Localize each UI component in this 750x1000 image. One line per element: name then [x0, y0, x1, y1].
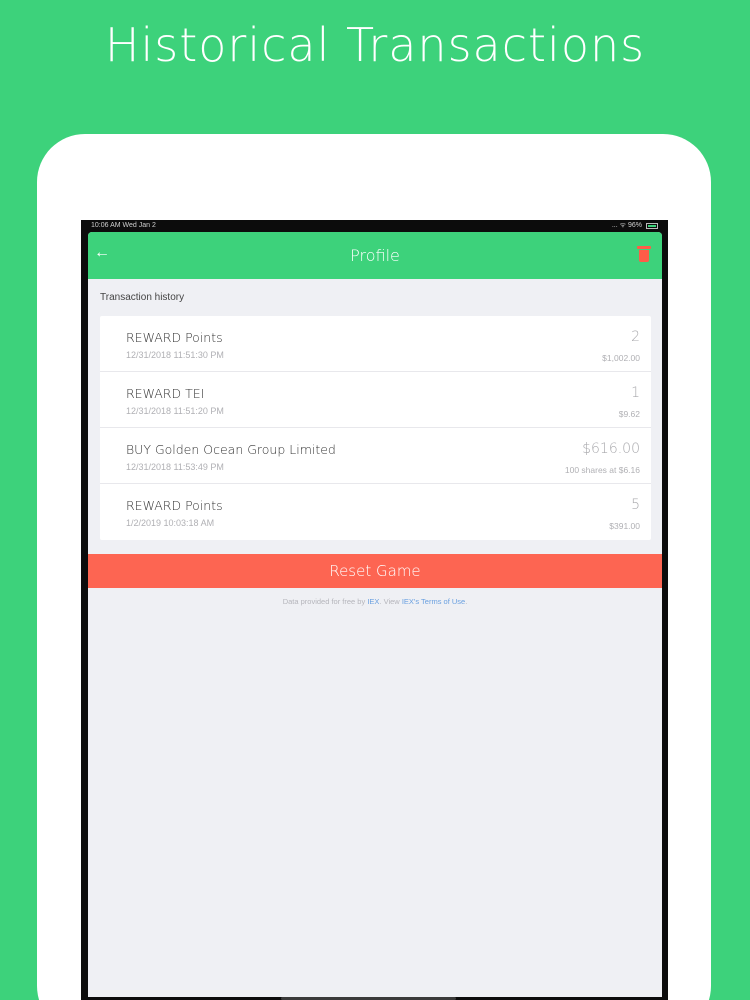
transaction-value: 1 [631, 385, 640, 401]
attribution-middle: . View [379, 597, 400, 606]
transaction-value: $616.00 [582, 441, 640, 457]
attribution-prefix: Data provided for free by [282, 597, 366, 606]
transaction-subvalue: 100 shares at $6.16 [564, 465, 640, 475]
section-title: Transaction history [100, 292, 185, 303]
transaction-list: REWARD Points 12/31/2018 11:51:30 PM 2 $… [100, 316, 651, 540]
status-right: ... ᯤ 96% [612, 221, 658, 231]
transaction-title: REWARD Points [126, 330, 223, 345]
transaction-row[interactable]: BUY Golden Ocean Group Limited 12/31/201… [100, 428, 651, 484]
transaction-subvalue: $1,002.00 [602, 353, 640, 363]
headline: Historical Transactions [104, 18, 646, 72]
attribution-suffix: . [465, 597, 468, 606]
iex-link[interactable]: IEX [367, 597, 379, 606]
transaction-value: 5 [631, 497, 640, 513]
trash-lid [637, 246, 651, 249]
battery-icon [646, 223, 658, 229]
reset-game-button[interactable]: Reset Game [88, 554, 662, 588]
terms-link[interactable]: IEX's Terms of Use [402, 597, 465, 606]
transaction-title: BUY Golden Ocean Group Limited [126, 442, 336, 457]
transaction-subvalue: $9.62 [618, 409, 640, 419]
status-time-date: 10:06 AM Wed Jan 2 [91, 222, 156, 229]
data-attribution: Data provided for free by IEX. View IEX'… [88, 597, 662, 606]
transaction-subvalue: $391.00 [609, 521, 640, 531]
transaction-date: 1/2/2019 10:03:18 AM [126, 518, 215, 528]
page-title: Profile [350, 246, 400, 265]
transaction-row[interactable]: REWARD Points 1/2/2019 10:03:18 AM 5 $39… [100, 484, 651, 540]
transaction-title: REWARD Points [126, 498, 223, 513]
status-indicators: ... ᯤ 96% [611, 222, 642, 229]
transaction-date: 12/31/2018 11:51:20 PM [126, 406, 224, 416]
transaction-value: 2 [631, 329, 640, 345]
app-window: ← Profile Transaction history REWARD Poi… [88, 232, 662, 997]
trash-can [639, 250, 649, 262]
status-bar: 10:06 AM Wed Jan 2 ... ᯤ 96% [81, 220, 668, 232]
tablet-screen: 10:06 AM Wed Jan 2 ... ᯤ 96% ← Profile T… [81, 220, 668, 1000]
transaction-date: 12/31/2018 11:53:49 PM [126, 462, 224, 472]
transaction-title: REWARD TEI [126, 386, 205, 401]
transaction-date: 12/31/2018 11:51:30 PM [126, 350, 224, 360]
nav-bar: ← Profile [88, 232, 662, 279]
trash-icon[interactable] [637, 246, 651, 262]
transaction-row[interactable]: REWARD TEI 12/31/2018 11:51:20 PM 1 $9.6… [100, 372, 651, 428]
transaction-row[interactable]: REWARD Points 12/31/2018 11:51:30 PM 2 $… [100, 316, 651, 372]
